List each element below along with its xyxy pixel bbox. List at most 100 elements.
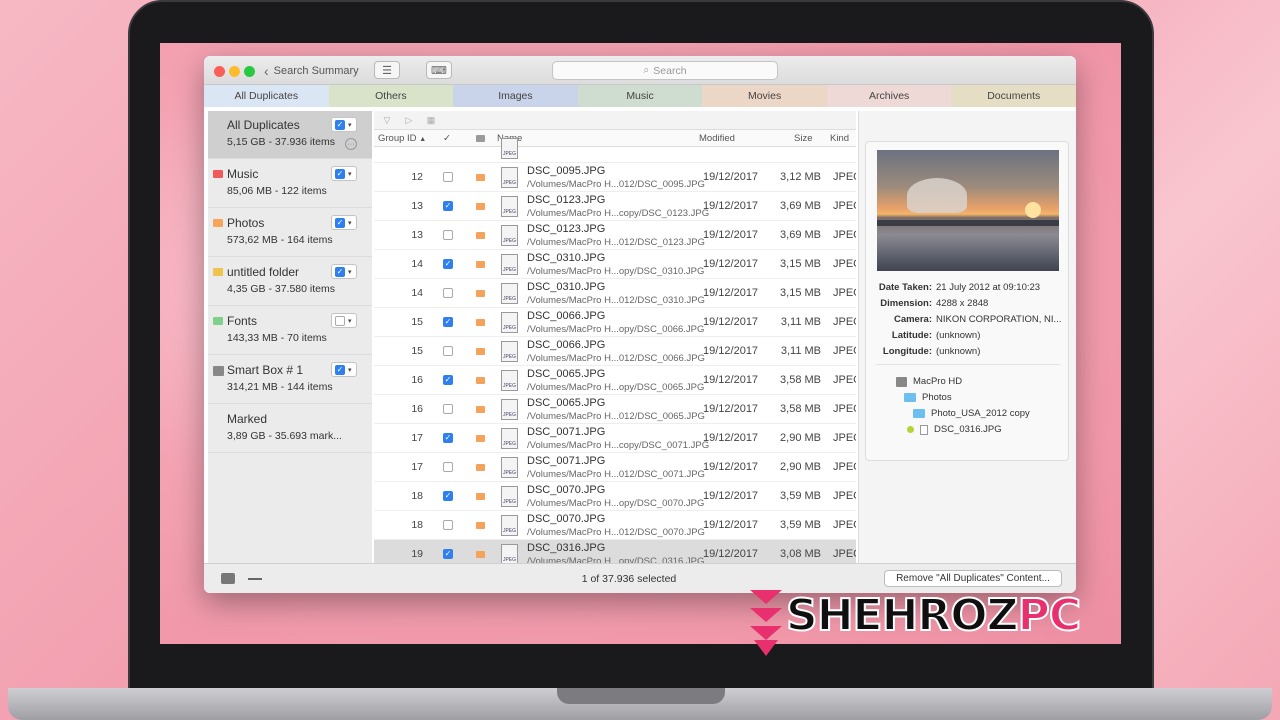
row-checkbox[interactable]	[443, 230, 453, 240]
tree-file[interactable]: DSC_0316.JPG	[907, 424, 1002, 435]
table-row[interactable]: JPEG	[374, 134, 856, 163]
table-row[interactable]: 12 JPEG DSC_0095.JPG /Volumes/MacPro H..…	[374, 163, 856, 192]
tab-documents[interactable]: Documents	[951, 85, 1076, 107]
row-checkbox[interactable]	[443, 520, 453, 530]
sidebar-item[interactable]: Fonts 143,33 MB - 70 items ▾	[208, 307, 372, 355]
file-size: 3,12 MB	[780, 171, 821, 183]
row-checkbox[interactable]	[443, 404, 453, 414]
table-row[interactable]: 15 JPEG DSC_0066.JPG /Volumes/MacPro H..…	[374, 337, 856, 366]
folder-icon[interactable]	[476, 377, 485, 384]
sidebar-item[interactable]: Photos 573,62 MB - 164 items ✓ ▾	[208, 209, 372, 257]
folder-icon[interactable]	[476, 174, 485, 181]
chevron-down-icon: ▾	[348, 268, 352, 276]
grid-icon[interactable]: ▦	[424, 114, 438, 126]
table-row[interactable]: 17 JPEG DSC_0071.JPG /Volumes/MacPro H..…	[374, 453, 856, 482]
tab-movies[interactable]: Movies	[702, 85, 827, 107]
sidebar-item[interactable]: Marked 3,89 GB - 35.693 mark...	[208, 405, 372, 453]
search-input[interactable]: ⌕ Search	[552, 61, 778, 80]
tab-label: All Duplicates	[234, 90, 299, 102]
meta-value: (unknown)	[936, 330, 981, 341]
drive-icon[interactable]	[221, 573, 235, 584]
row-checkbox[interactable]: ✓	[443, 317, 453, 327]
sidebar-item[interactable]: untitled folder 4,35 GB - 37.580 items ✓ ▾	[208, 258, 372, 306]
watermark-text: SHEHROZPC	[785, 589, 1082, 642]
checkbox: ✓	[335, 119, 345, 130]
file-size: 3,11 MB	[780, 345, 821, 357]
sidebar-item[interactable]: All Duplicates 5,15 GB - 37.936 items ✓ ▾ ··…	[208, 111, 372, 159]
sidebar-item-checkbox[interactable]: ✓ ▾	[331, 362, 357, 377]
folder-icon[interactable]	[476, 435, 485, 442]
row-checkbox[interactable]: ✓	[443, 549, 453, 559]
sidebar-item-checkbox[interactable]: ▾	[331, 313, 357, 328]
folder-icon[interactable]	[476, 203, 485, 210]
minus-icon[interactable]	[248, 578, 262, 580]
table-row[interactable]: 19 ✓ JPEG DSC_0316.JPG /Volumes/MacPro H…	[374, 540, 856, 563]
play-icon[interactable]: ▷	[402, 114, 416, 126]
row-checkbox[interactable]	[443, 346, 453, 356]
sidebar-item-checkbox[interactable]: ✓ ▾	[331, 166, 357, 181]
tab-music[interactable]: Music	[577, 85, 703, 107]
table-row[interactable]: 18 JPEG DSC_0070.JPG /Volumes/MacPro H..…	[374, 511, 856, 540]
folder-icon[interactable]	[476, 551, 485, 558]
row-checkbox[interactable]	[443, 288, 453, 298]
folder-icon[interactable]	[476, 290, 485, 297]
row-checkbox[interactable]: ✓	[443, 201, 453, 211]
keyboard-button[interactable]: ⌨	[426, 61, 452, 79]
file-size: 3,15 MB	[780, 258, 821, 270]
table-row[interactable]: 15 ✓ JPEG DSC_0066.JPG /Volumes/MacPro H…	[374, 308, 856, 337]
checkbox: ✓	[335, 217, 345, 228]
meta-label: Latitude:	[891, 330, 932, 341]
row-checkbox[interactable]	[443, 172, 453, 182]
tree-folder-usa[interactable]: Photo_USA_2012 copy	[913, 408, 1030, 419]
folder-icon[interactable]	[476, 232, 485, 239]
sidebar-item-checkbox[interactable]: ✓ ▾	[331, 264, 357, 279]
sidebar-item-title: Marked	[227, 412, 268, 426]
zoom-button[interactable]	[244, 66, 255, 77]
tab-others[interactable]: Others	[328, 85, 454, 107]
table-row[interactable]: 18 ✓ JPEG DSC_0070.JPG /Volumes/MacPro H…	[374, 482, 856, 511]
table-row[interactable]: 13 ✓ JPEG DSC_0123.JPG /Volumes/MacPro H…	[374, 192, 856, 221]
folder-icon[interactable]	[476, 464, 485, 471]
row-checkbox[interactable]: ✓	[443, 433, 453, 443]
sidebar-item-checkbox[interactable]: ✓ ▾	[331, 215, 357, 230]
row-checkbox[interactable]: ✓	[443, 491, 453, 501]
row-checkbox[interactable]	[443, 462, 453, 472]
tab-images[interactable]: Images	[453, 85, 578, 107]
table-row[interactable]: 17 ✓ JPEG DSC_0071.JPG /Volumes/MacPro H…	[374, 424, 856, 453]
row-checkbox[interactable]: ✓	[443, 259, 453, 269]
table-row[interactable]: 14 ✓ JPEG DSC_0310.JPG /Volumes/MacPro H…	[374, 250, 856, 279]
modified-date: 19/12/2017	[703, 229, 759, 241]
table-row[interactable]: 14 JPEG DSC_0310.JPG /Volumes/MacPro H..…	[374, 279, 856, 308]
close-button[interactable]	[214, 66, 225, 77]
folder-icon[interactable]	[476, 493, 485, 500]
list-view-button[interactable]: ☰	[374, 61, 400, 79]
sidebar-item[interactable]: Music 85,06 MB - 122 items ✓ ▾	[208, 160, 372, 208]
row-checkbox[interactable]: ✓	[443, 375, 453, 385]
filter-icon[interactable]: ▽	[380, 114, 394, 126]
sidebar-item-checkbox[interactable]: ✓ ▾	[331, 117, 357, 132]
more-icon[interactable]: ···	[345, 138, 357, 150]
list-icon: ☰	[382, 64, 392, 77]
table-row[interactable]: 16 JPEG DSC_0065.JPG /Volumes/MacPro H..…	[374, 395, 856, 424]
folder-icon[interactable]	[476, 522, 485, 529]
remove-content-button[interactable]: Remove "All Duplicates" Content...	[884, 570, 1062, 587]
screen: ‹ Search Summary ☰ ⌨ ⌕ Search All Duplic…	[160, 43, 1121, 644]
file-name: DSC_0095.JPG	[527, 165, 606, 177]
folder-icon[interactable]	[476, 348, 485, 355]
tab-all-duplicates[interactable]: All Duplicates	[204, 85, 329, 107]
folder-icon[interactable]	[476, 261, 485, 268]
back-button[interactable]: ‹ Search Summary	[264, 63, 359, 79]
table-row[interactable]: 13 JPEG DSC_0123.JPG /Volumes/MacPro H..…	[374, 221, 856, 250]
folder-icon[interactable]	[476, 406, 485, 413]
sidebar-item[interactable]: Smart Box # 1 314,21 MB - 144 items ✓ ▾	[208, 356, 372, 404]
tree-folder-photos[interactable]: Photos	[904, 392, 952, 403]
minimize-button[interactable]	[229, 66, 240, 77]
table-row[interactable]: 16 ✓ JPEG DSC_0065.JPG /Volumes/MacPro H…	[374, 366, 856, 395]
folder-icon[interactable]	[476, 319, 485, 326]
tab-archives[interactable]: Archives	[826, 85, 952, 107]
file-path: /Volumes/MacPro H...copy/DSC_0123.JPG	[527, 208, 710, 219]
tree-drive[interactable]: MacPro HD	[896, 376, 962, 387]
watermark-part1: SHEHROZ	[785, 589, 1020, 642]
photo-preview	[877, 150, 1059, 271]
modified-date: 19/12/2017	[703, 519, 759, 531]
